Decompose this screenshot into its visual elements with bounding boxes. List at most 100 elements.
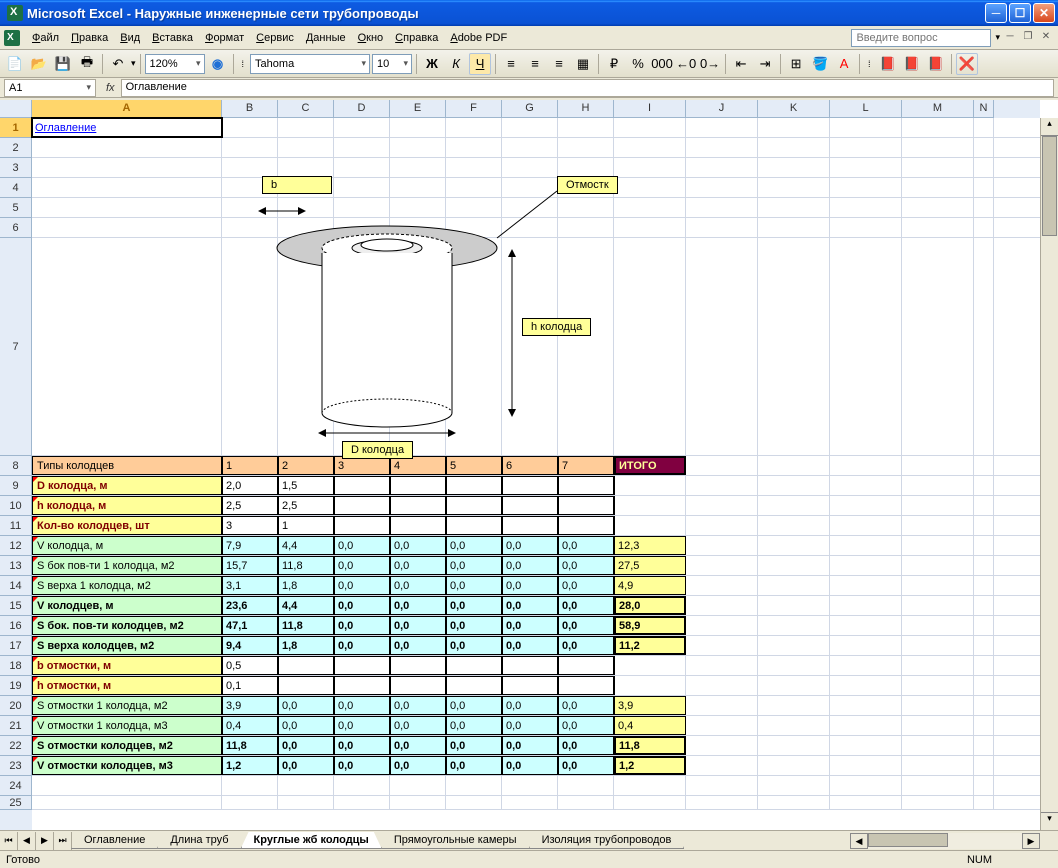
cell[interactable]: 1,8 (278, 576, 334, 595)
cell[interactable]: 0,0 (390, 536, 446, 555)
cell[interactable] (502, 796, 558, 809)
row-header-7[interactable]: 7 (0, 238, 32, 456)
cell[interactable] (502, 476, 558, 495)
cell[interactable]: V отмостки колодцев, м3 (32, 756, 222, 775)
cell[interactable] (974, 716, 994, 735)
cell[interactable] (758, 516, 830, 535)
row-header-8[interactable]: 8 (0, 456, 32, 476)
fontsize-combo[interactable]: 10 (372, 54, 412, 74)
cell[interactable]: 0,0 (334, 736, 390, 755)
cell[interactable] (446, 656, 502, 675)
cell[interactable] (222, 138, 278, 157)
cell[interactable] (758, 158, 830, 177)
cell[interactable] (558, 796, 614, 809)
cell[interactable] (686, 118, 758, 137)
undo-dropdown-icon[interactable]: ▾ (131, 58, 136, 69)
cell[interactable] (758, 736, 830, 755)
cell[interactable] (32, 138, 222, 157)
cell[interactable]: S бок. пов-ти колодцев, м2 (32, 616, 222, 635)
cell[interactable]: 4,4 (278, 596, 334, 615)
cell[interactable]: 0,1 (222, 676, 278, 695)
row-header-6[interactable]: 6 (0, 218, 32, 238)
cell[interactable] (902, 756, 974, 775)
cell[interactable] (32, 198, 222, 217)
cell[interactable] (830, 696, 902, 715)
cell[interactable] (974, 696, 994, 715)
fill-color-button[interactable]: 🪣 (809, 53, 831, 75)
sheet-tab-4[interactable]: Изоляция трубопроводов (529, 832, 685, 849)
cell[interactable] (686, 616, 758, 635)
cell[interactable]: 0,0 (502, 756, 558, 775)
cell[interactable] (390, 796, 446, 809)
cell[interactable] (446, 118, 502, 137)
cell[interactable] (830, 596, 902, 615)
cell[interactable] (614, 476, 686, 495)
cell[interactable]: 0,0 (446, 596, 502, 615)
cell[interactable] (974, 756, 994, 775)
cell[interactable]: 0,0 (390, 596, 446, 615)
row-header-17[interactable]: 17 (0, 636, 32, 656)
question-dropdown-icon[interactable]: ▾ (995, 32, 1000, 43)
col-header-E[interactable]: E (390, 100, 446, 118)
cell[interactable] (974, 198, 994, 217)
cell[interactable]: 0,0 (502, 576, 558, 595)
cell[interactable] (758, 198, 830, 217)
cell[interactable]: 0,0 (334, 696, 390, 715)
cell[interactable] (686, 576, 758, 595)
cell[interactable]: 0,0 (558, 576, 614, 595)
row-header-13[interactable]: 13 (0, 556, 32, 576)
menu-файл[interactable]: Файл (26, 30, 65, 46)
cell[interactable] (830, 796, 902, 809)
cell[interactable] (974, 576, 994, 595)
cell[interactable] (334, 496, 390, 515)
cell[interactable] (686, 676, 758, 695)
cell[interactable] (974, 596, 994, 615)
cell[interactable] (502, 496, 558, 515)
cell[interactable] (614, 118, 686, 137)
cell[interactable] (334, 676, 390, 695)
pdf-email-button[interactable]: 📕 (901, 53, 923, 75)
cell[interactable]: 3,9 (222, 696, 278, 715)
cell[interactable]: S отмостки колодцев, м2 (32, 736, 222, 755)
cell[interactable] (974, 636, 994, 655)
cell[interactable]: 4,4 (278, 536, 334, 555)
cell[interactable] (758, 496, 830, 515)
cell[interactable] (446, 496, 502, 515)
cell[interactable] (902, 716, 974, 735)
cell[interactable] (758, 616, 830, 635)
cell[interactable]: 0,0 (502, 536, 558, 555)
cell[interactable] (334, 796, 390, 809)
cell[interactable] (974, 516, 994, 535)
cell[interactable] (502, 776, 558, 795)
cell[interactable] (686, 596, 758, 615)
row-header-4[interactable]: 4 (0, 178, 32, 198)
sheet-tab-0[interactable]: Оглавление (71, 832, 158, 849)
cell[interactable]: 11,8 (278, 616, 334, 635)
cell[interactable]: 0,0 (278, 756, 334, 775)
column-headers[interactable]: ABCDEFGHIJKLMN (32, 100, 1040, 118)
cell[interactable]: 15,7 (222, 556, 278, 575)
cell[interactable] (222, 118, 278, 137)
cell[interactable]: 0,0 (334, 536, 390, 555)
cell[interactable]: 0,0 (502, 596, 558, 615)
borders-button[interactable]: ⊞ (785, 53, 807, 75)
cell[interactable]: 0,0 (390, 636, 446, 655)
row-header-10[interactable]: 10 (0, 496, 32, 516)
cell[interactable] (830, 138, 902, 157)
minimize-button[interactable]: ─ (985, 3, 1007, 23)
cell[interactable]: h отмостки, м (32, 676, 222, 695)
cell[interactable]: 0,0 (558, 616, 614, 635)
row-header-21[interactable]: 21 (0, 716, 32, 736)
cell[interactable] (830, 476, 902, 495)
cell[interactable] (278, 656, 334, 675)
cell[interactable] (446, 796, 502, 809)
cell[interactable]: 2,5 (278, 496, 334, 515)
cell[interactable] (902, 616, 974, 635)
row-header-1[interactable]: 1 (0, 118, 32, 138)
cell[interactable]: 11,8 (222, 736, 278, 755)
cell[interactable] (974, 496, 994, 515)
cell[interactable]: 0,0 (334, 716, 390, 735)
increase-indent-button[interactable]: ⇥ (754, 53, 776, 75)
cell[interactable]: 0,0 (502, 716, 558, 735)
cell[interactable] (686, 716, 758, 735)
